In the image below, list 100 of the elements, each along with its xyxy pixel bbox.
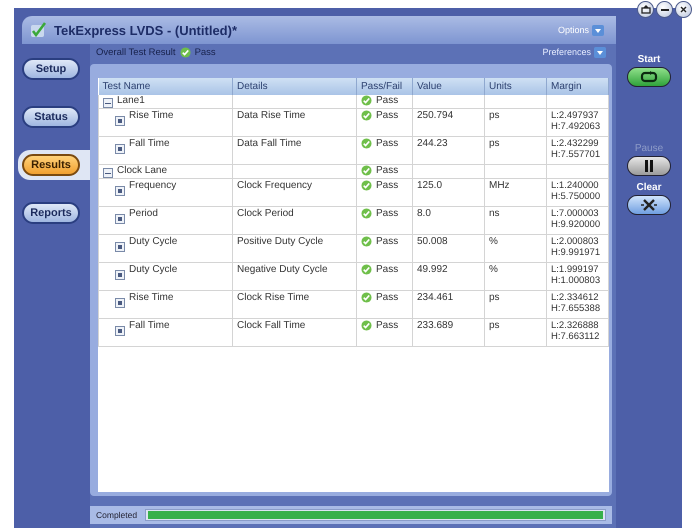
window-title: TekExpress LVDS - (Untitled)* xyxy=(54,22,238,38)
control-label: Start xyxy=(638,54,660,65)
status-text: Completed xyxy=(96,510,138,520)
margin-high: H:7.557701 xyxy=(551,149,602,160)
margin-high: H:1.000803 xyxy=(551,275,602,286)
test-units: ns xyxy=(489,208,500,219)
pause-icon xyxy=(644,160,654,172)
margin-low: L:1.240000 xyxy=(551,180,600,191)
expander-icon[interactable] xyxy=(103,98,113,108)
result-text: Pass xyxy=(376,236,398,247)
margin-low: L:2.497937 xyxy=(551,110,600,121)
clear-button[interactable] xyxy=(627,195,671,215)
margin-high: H:7.655388 xyxy=(551,303,602,314)
expander-icon[interactable] xyxy=(115,326,125,336)
group-name: Clock Lane xyxy=(117,165,168,176)
test-value: 250.794 xyxy=(417,110,454,121)
expander-icon[interactable] xyxy=(115,116,125,126)
margin-low: L:2.000803 xyxy=(551,236,600,247)
test-name: Frequency xyxy=(129,180,176,191)
margin-high: H:5.750000 xyxy=(551,191,602,202)
nav-tab[interactable]: Setup xyxy=(22,58,80,80)
minimize-icon xyxy=(660,8,668,10)
test-value: 8.0 xyxy=(417,208,431,219)
test-value: 49.992 xyxy=(417,264,448,275)
test-units: ps xyxy=(489,110,500,121)
result-text: Pass xyxy=(376,110,398,121)
expander-icon[interactable] xyxy=(115,270,125,280)
margin-low: L:1.999197 xyxy=(551,264,600,275)
control-label: Clear xyxy=(636,182,662,193)
close-icon xyxy=(680,6,687,13)
start-button[interactable] xyxy=(627,67,671,87)
column-header: Units xyxy=(484,78,546,95)
test-name: Period xyxy=(129,208,158,219)
test-units: % xyxy=(489,236,498,247)
restore-button[interactable] xyxy=(637,1,654,18)
test-details: Positive Duty Cycle xyxy=(237,236,324,247)
test-units: ps xyxy=(489,292,500,303)
test-units: % xyxy=(489,264,498,275)
column-header: Margin xyxy=(546,78,608,95)
expander-icon[interactable] xyxy=(115,186,125,196)
overall-result-label: Overall Test Result xyxy=(96,46,176,58)
test-units: ps xyxy=(489,138,500,149)
app-logo-icon xyxy=(30,22,48,38)
minimize-button[interactable] xyxy=(656,1,673,18)
test-value: 234.461 xyxy=(417,292,454,303)
nav-tab[interactable]: Results xyxy=(22,154,80,176)
test-details: Negative Duty Cycle xyxy=(237,264,328,275)
dropdown-icon[interactable] xyxy=(592,24,604,36)
expander-icon[interactable] xyxy=(115,144,125,154)
test-details: Clock Period xyxy=(237,208,294,219)
nav-tab[interactable]: Reports xyxy=(22,202,80,224)
test-name: Duty Cycle xyxy=(129,264,178,275)
margin-high: H:9.991971 xyxy=(551,247,602,258)
result-text: Pass xyxy=(376,138,398,149)
result-text: Pass xyxy=(376,95,398,106)
expander-icon[interactable] xyxy=(115,242,125,252)
window-icon xyxy=(640,5,650,14)
loop-icon xyxy=(639,71,659,83)
test-details: Clock Frequency xyxy=(237,180,312,191)
result-text: Pass xyxy=(376,264,398,275)
close-button[interactable] xyxy=(675,1,692,18)
nav-tab[interactable]: Status xyxy=(22,106,80,128)
test-name: Rise Time xyxy=(129,292,174,303)
test-units: MHz xyxy=(489,180,510,191)
margin-high: H:9.920000 xyxy=(551,219,602,230)
result-text: Pass xyxy=(376,320,398,331)
result-text: Pass xyxy=(376,292,398,303)
result-text: Pass xyxy=(376,208,398,219)
expander-icon[interactable] xyxy=(103,168,113,178)
column-header: Test Name xyxy=(98,78,232,95)
test-details: Clock Fall Time xyxy=(237,320,306,331)
margin-low: L:2.432299 xyxy=(551,138,600,149)
column-header: Details xyxy=(232,78,356,95)
control-label: Pause xyxy=(634,143,664,154)
margin-high: H:7.492063 xyxy=(551,121,602,132)
column-header: Value xyxy=(412,78,484,95)
test-details: Data Rise Time xyxy=(237,110,306,121)
margin-high: H:7.663112 xyxy=(551,331,600,342)
test-value: 125.0 xyxy=(417,180,442,191)
expander-icon[interactable] xyxy=(115,298,125,308)
test-name: Duty Cycle xyxy=(129,236,178,247)
preferences-menu[interactable]: Preferences xyxy=(542,46,606,58)
margin-low: L:7.000003 xyxy=(551,208,600,219)
margin-low: L:2.326888 xyxy=(551,320,600,331)
test-value: 244.23 xyxy=(417,138,448,149)
test-value: 233.689 xyxy=(417,320,454,331)
clear-icon xyxy=(641,199,657,211)
column-header: Pass/Fail xyxy=(356,78,412,95)
group-name: Lane1 xyxy=(117,95,145,106)
test-details: Data Fall Time xyxy=(237,138,302,149)
test-name: Rise Time xyxy=(129,110,174,121)
expander-icon[interactable] xyxy=(115,214,125,224)
margin-low: L:2.334612 xyxy=(551,292,600,303)
test-name: Fall Time xyxy=(129,138,170,149)
result-text: Pass xyxy=(376,180,398,191)
test-name: Fall Time xyxy=(129,320,170,331)
test-units: ps xyxy=(489,320,500,331)
dropdown-icon[interactable] xyxy=(594,46,606,58)
overall-result: Pass xyxy=(194,46,216,58)
test-details: Clock Rise Time xyxy=(237,292,310,303)
